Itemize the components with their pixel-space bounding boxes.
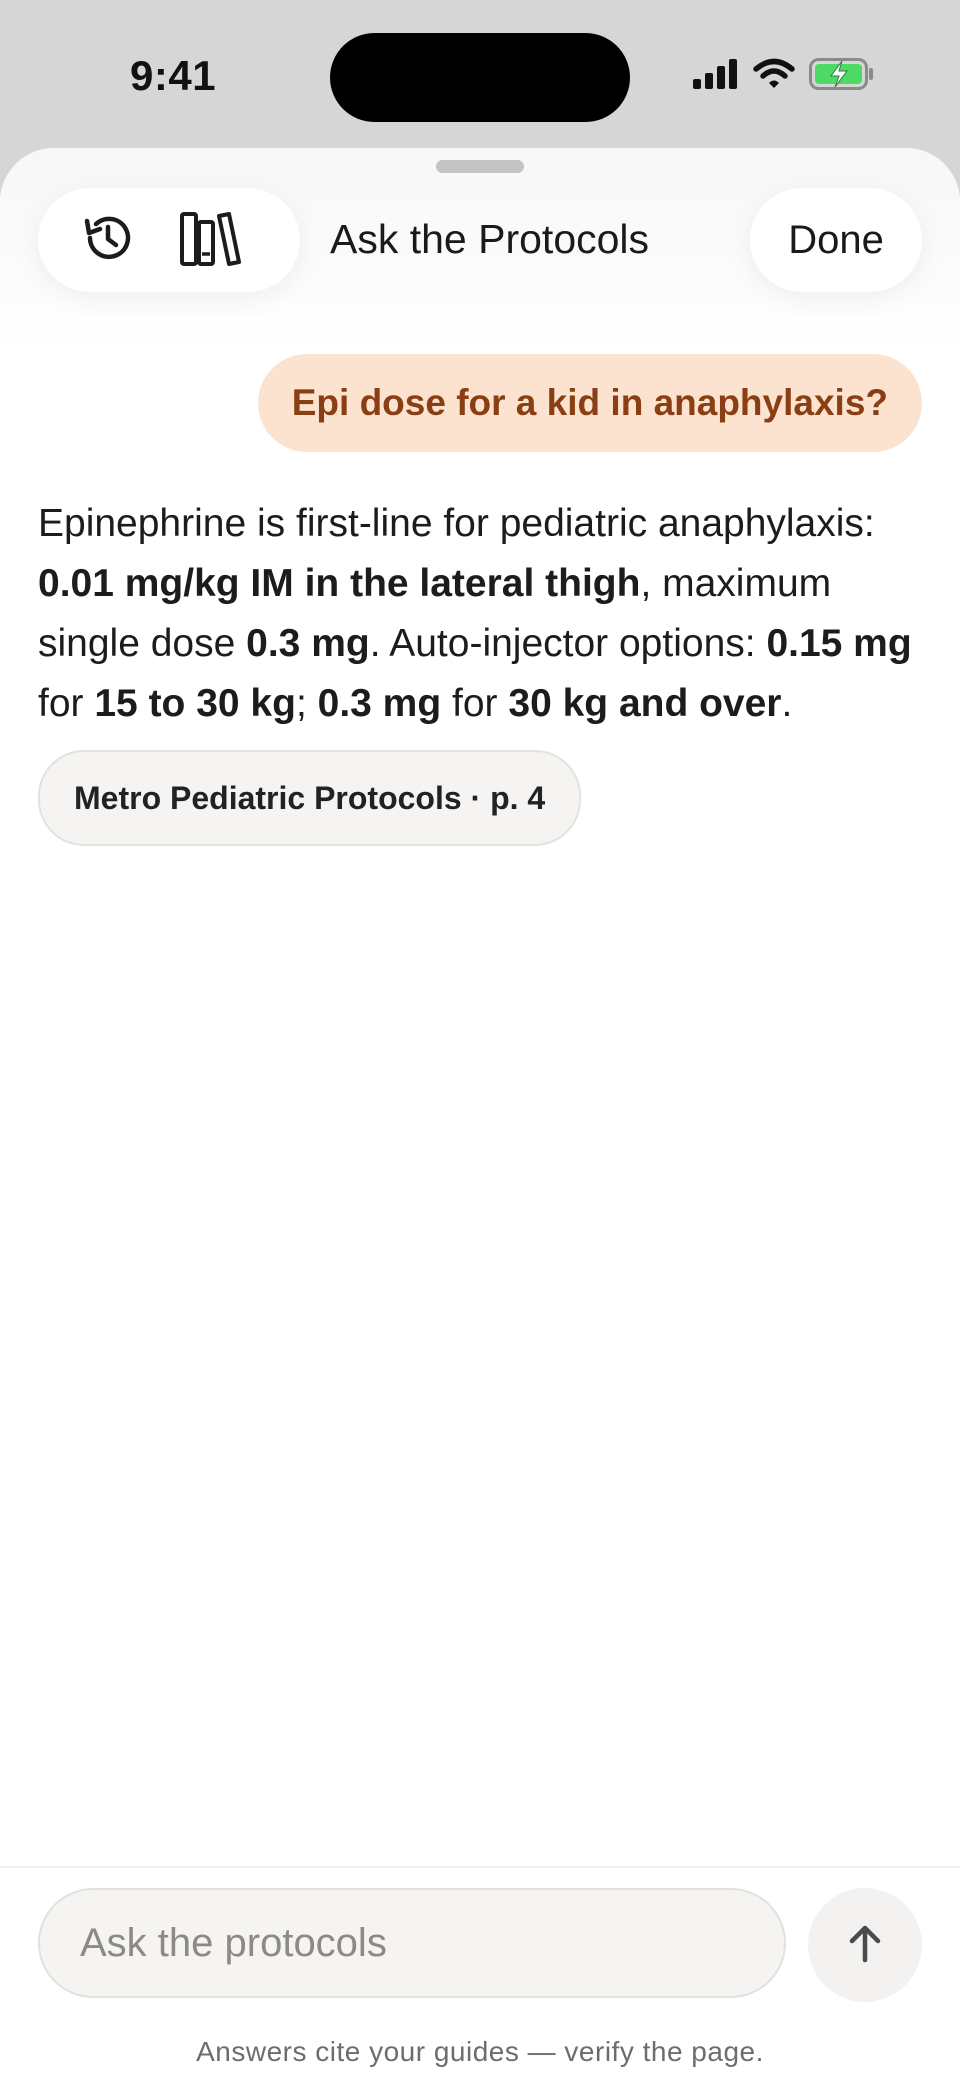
composer: Answers cite your guides — verify the pa… [0, 1866, 960, 2089]
sheet-title: Ask the Protocols [330, 216, 650, 262]
history-button[interactable] [48, 188, 168, 292]
battery-charging-icon [809, 58, 875, 90]
answer-emphasis: 0.15 mg [766, 622, 912, 665]
assistant-answer: Epinephrine is first-line for pediatric … [38, 494, 928, 734]
header-tool-group [38, 188, 300, 292]
ask-input[interactable] [38, 1888, 786, 1998]
protocol-sheet: Ask the Protocols Done Epi dose for a ki… [0, 148, 960, 2089]
cellular-signal-icon [693, 59, 739, 89]
arrow-up-icon [843, 1922, 887, 1969]
answer-text: for [38, 682, 95, 725]
wifi-icon [753, 58, 795, 90]
answer-emphasis: 0.3 mg [317, 682, 442, 725]
library-icon [179, 208, 245, 273]
status-time: 9:41 [130, 52, 217, 99]
answer-text: . [781, 682, 793, 725]
answer-text: Epinephrine is first-line for pediatric … [38, 502, 875, 545]
answer-emphasis: 30 kg and over [508, 682, 782, 725]
dynamic-island [330, 33, 630, 122]
answer-text: for [441, 682, 509, 725]
answer-text: . Auto-injector options: [369, 622, 767, 665]
library-button[interactable] [152, 188, 272, 292]
history-icon [79, 209, 137, 272]
user-message-bubble: Epi dose for a kid in anaphylaxis? [257, 354, 922, 452]
status-bar: 9:41 [0, 0, 960, 150]
answer-emphasis: 0.01 mg/kg IM in the lateral thigh [38, 562, 641, 605]
answer-emphasis: 15 to 30 kg [94, 682, 296, 725]
send-button[interactable] [808, 1888, 922, 2002]
done-button[interactable]: Done [750, 188, 922, 292]
sheet-grabber[interactable] [436, 160, 524, 173]
citation-chip[interactable]: Metro Pediatric Protocols · p. 4 [38, 750, 582, 846]
composer-footnote: Answers cite your guides — verify the pa… [196, 2036, 764, 2067]
answer-text: ; [295, 682, 318, 725]
answer-emphasis: 0.3 mg [246, 622, 370, 665]
status-icons [693, 58, 875, 90]
